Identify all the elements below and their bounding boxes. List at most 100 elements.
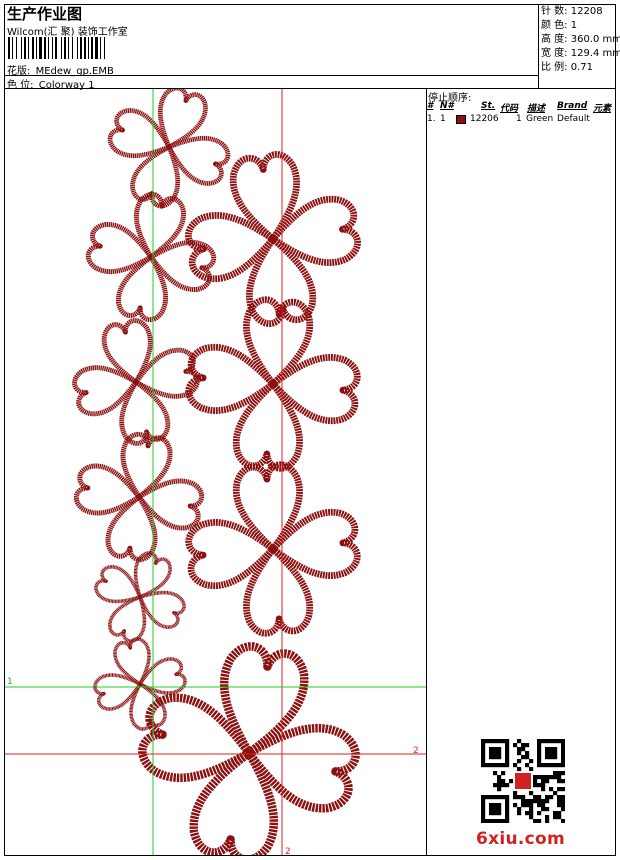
qr-module: [501, 763, 506, 768]
qr-module: [493, 803, 498, 808]
qr-code: [481, 739, 565, 823]
qr-module: [493, 751, 498, 756]
qr-module: [561, 755, 565, 760]
qr-module: [517, 811, 522, 816]
qr-module: [481, 751, 486, 756]
qr-module: [549, 763, 554, 768]
qr-module: [497, 747, 502, 752]
qr-module: [501, 795, 506, 800]
qr-module: [537, 759, 542, 764]
qr-module: [537, 795, 542, 800]
qr-module: [493, 763, 498, 768]
qr-module: [489, 755, 494, 760]
qr-module: [497, 779, 502, 784]
qr-module: [545, 775, 550, 780]
qr-module: [549, 747, 554, 752]
barcode-bar: [77, 37, 78, 59]
qr-module: [533, 799, 538, 804]
qr-module: [493, 807, 498, 812]
col-hash: #: [427, 101, 434, 111]
qr-module: [481, 739, 486, 744]
qr-module: [489, 763, 494, 768]
stop-sequence-table: # N# St. 代码 描述 Brand 元素 1. 1 12206 1 Gre…: [427, 101, 615, 127]
barcode-bar: [36, 37, 37, 59]
sidebar-divider: [426, 88, 427, 856]
qr-module: [537, 747, 542, 752]
qr-module: [529, 791, 534, 796]
qr-module: [561, 787, 565, 792]
qr-module: [493, 783, 498, 788]
qr-module: [525, 763, 530, 768]
qr-module: [517, 807, 522, 812]
qr-module: [561, 743, 565, 748]
qr-module: [505, 795, 510, 800]
qr-module: [481, 815, 486, 820]
qr-module: [549, 795, 554, 800]
barcode-bar: [61, 37, 62, 59]
barcode-bar: [52, 37, 53, 59]
qr-module: [521, 795, 526, 800]
qr-module: [505, 815, 510, 820]
qr-module: [481, 747, 486, 752]
barcode-bar: [104, 37, 105, 59]
qr-module: [525, 803, 530, 808]
qr-module: [557, 779, 562, 784]
qr-module: [557, 795, 562, 800]
qr-module: [561, 807, 565, 812]
qr-module: [557, 771, 562, 776]
qr-module: [545, 751, 550, 756]
qr-module: [493, 811, 498, 816]
qr-module: [505, 811, 510, 816]
qr-module: [501, 779, 506, 784]
qr-module: [517, 767, 522, 772]
qr-module: [493, 747, 498, 752]
qr-module: [489, 803, 494, 808]
qr-module: [553, 771, 558, 776]
flower-motif: [183, 459, 364, 640]
page-title: 生产作业图: [7, 5, 83, 23]
qr-module: [521, 743, 526, 748]
thread-color-swatch: [456, 115, 466, 124]
qr-module: [497, 783, 502, 788]
qr-module: [493, 755, 498, 760]
barcode-bar: [28, 37, 29, 59]
qr-module: [541, 783, 546, 788]
qr-module: [489, 747, 494, 752]
qr-module: [521, 747, 526, 752]
qr-module: [553, 747, 558, 752]
qr-module: [541, 803, 546, 808]
stat-colors: 颜 色: 1: [541, 20, 578, 31]
barcode-bar: [55, 37, 57, 59]
qr-module: [513, 791, 518, 796]
qr-module: [497, 755, 502, 760]
company-name: Wilcom(汇 聚) 装饰工作室: [7, 27, 128, 38]
barcode-bar: [88, 37, 89, 59]
qr-module: [541, 739, 546, 744]
qr-module: [545, 763, 550, 768]
qr-module: [545, 807, 550, 812]
barcode-bar: [68, 37, 69, 59]
stop-sequence-header: # N# St. 代码 描述 Brand 元素: [427, 101, 615, 114]
qr-module: [561, 779, 565, 784]
qr-module: [481, 807, 486, 812]
qr-module: [537, 799, 542, 804]
qr-module: [537, 755, 542, 760]
qr-module: [537, 775, 542, 780]
qr-module: [537, 819, 542, 823]
qr-module: [489, 739, 494, 744]
qr-module: [485, 795, 490, 800]
qr-module: [545, 739, 550, 744]
qr-module: [561, 819, 565, 823]
qr-module: [505, 803, 510, 808]
qr-module: [501, 771, 506, 776]
barcode-bar: [100, 37, 101, 59]
qr-module: [497, 787, 502, 792]
qr-module: [493, 795, 498, 800]
barcode-bar: [21, 37, 22, 59]
barcode-bar: [16, 37, 17, 59]
qr-module: [557, 815, 562, 820]
stat-width: 宽 度: 129.4 mm: [541, 48, 620, 59]
flower-motif: [179, 145, 367, 333]
qr-module: [497, 763, 502, 768]
col-st: St.: [481, 101, 496, 111]
